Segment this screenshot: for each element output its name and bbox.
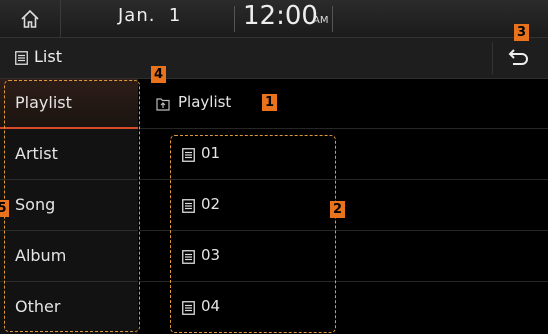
folder-up-icon: [156, 98, 170, 111]
status-bar: Jan. 1 12:00 AM: [0, 0, 548, 38]
header-bar: List: [0, 38, 548, 79]
list-highlight-outline: [170, 135, 336, 333]
callout-2: 2: [330, 201, 345, 218]
back-button[interactable]: [492, 42, 543, 74]
clock-ampm: AM: [313, 15, 329, 26]
callout-3: 3: [514, 24, 529, 41]
sidebar-highlight-outline: [4, 80, 140, 332]
home-icon: [21, 9, 39, 28]
divider: [234, 6, 235, 32]
clock-time: 12:00: [243, 1, 318, 31]
folder-label: Playlist: [178, 93, 232, 111]
home-button[interactable]: [0, 0, 61, 37]
date-display: Jan. 1: [118, 5, 182, 26]
callout-4: 4: [151, 66, 166, 83]
divider: [332, 6, 333, 32]
list-icon: [15, 51, 28, 65]
callout-5: 5: [0, 200, 9, 217]
callout-1: 1: [262, 94, 277, 111]
folder-up-row[interactable]: Playlist: [140, 79, 548, 129]
page-title: List: [34, 47, 62, 66]
back-icon: [508, 49, 528, 65]
